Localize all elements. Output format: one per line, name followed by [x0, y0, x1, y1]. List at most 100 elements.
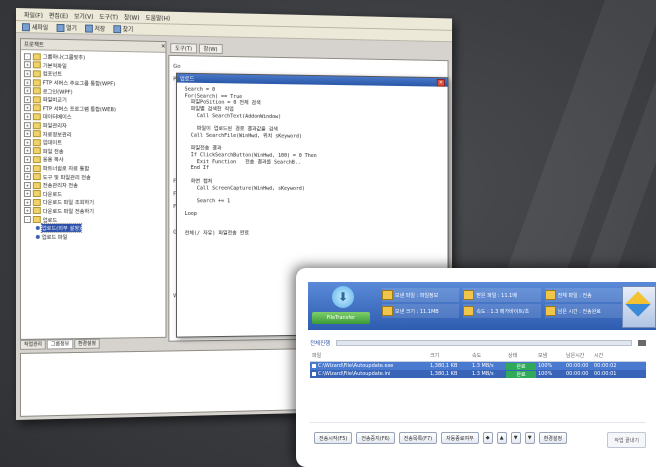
tree-item-label: 파트너쉽로 자료 통합	[42, 166, 90, 173]
tree-item[interactable]: - 업로드	[23, 215, 163, 224]
info-total: 전체 파일 : 전송	[544, 288, 622, 302]
tree-item-label: 그룹하나(그룹맞추)	[42, 54, 86, 62]
tree-item[interactable]: 업로드 파일	[24, 232, 163, 241]
info-speed: 속도 : 1.3 메가바이트/초	[463, 304, 541, 318]
expand-icon[interactable]: +	[23, 198, 31, 206]
transfer-button[interactable]: 자동종료여부	[441, 432, 479, 444]
expand-icon[interactable]: +	[23, 190, 31, 198]
collapse-icon[interactable]: -	[23, 216, 31, 224]
menu-edit[interactable]: 편집(E)	[49, 10, 68, 19]
tree-item[interactable]: + 전송관리자 전송	[23, 181, 163, 190]
save-icon	[84, 24, 93, 33]
table-cell-size: 1,380,1 KB	[430, 363, 458, 369]
menu-window[interactable]: 창(W)	[124, 12, 140, 21]
arrow-button[interactable]: ◆	[482, 432, 493, 444]
menu-help[interactable]: 도움말(H)	[145, 13, 170, 22]
toolbar-find-button[interactable]: 찾기	[113, 24, 133, 34]
tree-item[interactable]: + 다운로드	[23, 190, 163, 199]
tree-item[interactable]: + 파트너쉽로 자료 통합	[23, 164, 163, 173]
table-cell-remain: 00:00:00	[566, 363, 589, 369]
folder-icon	[32, 121, 41, 129]
tree-item-label: 다운로드 파일 전송하기	[42, 209, 94, 215]
tree-item[interactable]: 업로드(외부 설정)	[24, 223, 163, 234]
expand-icon[interactable]: +	[23, 173, 31, 181]
logo-button[interactable]: FileTransfer	[312, 312, 370, 324]
folder-icon	[32, 104, 41, 112]
tab-group-info[interactable]: 그룹정보	[47, 339, 74, 350]
doc-tab-2[interactable]: 창(W)	[198, 43, 223, 54]
tab-settings[interactable]: 환경설정	[74, 338, 100, 350]
arrow-button[interactable]: ▼	[524, 432, 535, 444]
left-pane-tabs: 작업관리 그룹정보 환경설정	[19, 338, 165, 350]
expand-icon[interactable]: +	[23, 95, 31, 103]
menu-file[interactable]: 파일(F)	[24, 10, 43, 19]
transfer-buttons: 전송시작(F5) 전송중지(F6) 전송목록(F7) 자동종료여부 ◆ ▲ ▼ ▼ 환경설정	[314, 432, 568, 444]
menu-tools[interactable]: 도구(T)	[99, 11, 118, 20]
tree-item-label: FTP 서버스 프로그램 통합(WEB)	[42, 106, 116, 114]
arrow-button[interactable]: ▼	[510, 432, 521, 444]
expand-icon[interactable]: +	[23, 138, 31, 146]
table-empty-area	[310, 372, 646, 423]
toolbar-save-button[interactable]: 저장	[84, 24, 105, 33]
close-job-button[interactable]: 작업 끝내기	[607, 432, 646, 448]
toolbar-new-button[interactable]: 새파일	[21, 22, 48, 32]
expand-icon[interactable]: +	[23, 164, 31, 172]
folder-icon	[32, 95, 41, 104]
column-header[interactable]: 크기	[428, 352, 470, 361]
info-remaining: 남은 시간 : 전송완료	[544, 304, 622, 318]
expand-icon[interactable]: +	[23, 104, 31, 112]
table-cell-name: C:\Wizard\File\Autoupdate.exe	[310, 363, 428, 369]
toolbar-open-button[interactable]: 열기	[56, 23, 77, 32]
tree-item[interactable]: + 다운로드 파일 전송하기	[23, 207, 163, 216]
expand-icon[interactable]: +	[23, 61, 31, 69]
folder-icon	[382, 306, 393, 316]
project-tree-pane: 프로젝트 ✕ - 그룹하나(그룹맞추) + 기본적파일 + 컴포넌트 + FTP 서버스 주요…	[19, 38, 167, 340]
expand-icon[interactable]: +	[23, 207, 31, 215]
expand-icon[interactable]: +	[23, 113, 31, 121]
transfer-button[interactable]: 전송시작(F5)	[314, 432, 353, 444]
checkbox-icon[interactable]	[312, 363, 316, 368]
arrow-button[interactable]: ▲	[496, 432, 507, 444]
expand-icon[interactable]: +	[23, 181, 31, 189]
folder-icon	[463, 306, 475, 316]
column-header[interactable]: 보냄	[536, 352, 564, 361]
transfer-button[interactable]: 전송목록(F7)	[398, 432, 438, 444]
doc-tab-1[interactable]: 도구(T)	[170, 43, 197, 54]
expand-icon[interactable]: +	[23, 121, 31, 129]
expand-icon[interactable]: +	[23, 87, 31, 95]
table-row[interactable]: C:\Wizard\File\Autoupdate.exe 1,380,1 KB 1…	[310, 362, 646, 370]
column-header[interactable]: 속도	[470, 352, 506, 361]
menu-view[interactable]: 보기(V)	[74, 11, 93, 20]
code-line: 전체(/ 자유) 파일전송 완료	[184, 230, 250, 238]
expand-icon[interactable]: +	[23, 78, 31, 86]
column-header[interactable]: 시간	[592, 352, 626, 361]
column-header[interactable]: 남은시간	[564, 352, 592, 361]
column-header[interactable]: 상태	[506, 352, 536, 361]
collapse-icon[interactable]: -	[23, 52, 31, 61]
folder-icon	[544, 306, 556, 316]
folder-icon	[32, 198, 41, 206]
tree-item-label: 데이터베이스	[42, 114, 72, 122]
tree-item[interactable]: + 응용 복사	[23, 155, 163, 164]
overall-progress: 전체진행	[310, 338, 646, 348]
settings-button[interactable]: 환경설정	[538, 432, 568, 444]
column-header[interactable]	[626, 352, 646, 361]
editor-gutter: GoPolFFFGoWi	[169, 56, 447, 300]
progress-bar	[336, 340, 632, 346]
expand-icon[interactable]: +	[23, 70, 31, 78]
column-header[interactable]: 파일	[310, 352, 428, 361]
code-view[interactable]: Search = 0 For(Search) == True 파일PoSition…	[177, 83, 448, 242]
transfer-button[interactable]: 전송중지(F6)	[356, 432, 395, 444]
pane-close-icon[interactable]: ✕	[161, 44, 165, 50]
folder-icon	[32, 87, 41, 95]
expand-icon[interactable]: +	[23, 130, 31, 138]
tree-item[interactable]: + 다운로드 파일 조회하기	[23, 198, 163, 207]
expand-icon[interactable]: +	[23, 147, 31, 155]
tree-item[interactable]: + 도구 및 파일관리 전송	[23, 172, 163, 181]
bullet-icon	[35, 234, 40, 239]
expand-icon[interactable]: +	[23, 155, 31, 164]
close-icon[interactable]: ✕	[436, 78, 445, 87]
product-logo-icon	[622, 286, 656, 328]
tree-item-label: 업데이트	[42, 140, 62, 147]
tab-tasks[interactable]: 작업관리	[19, 339, 47, 350]
